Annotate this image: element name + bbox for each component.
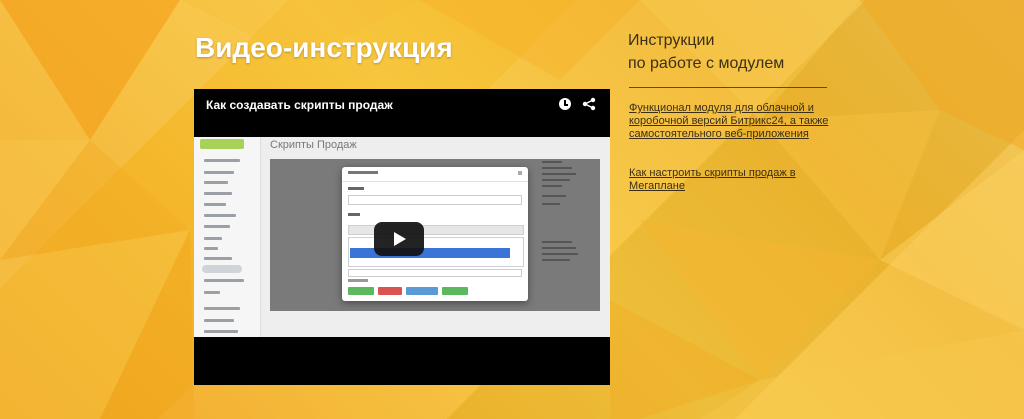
sidebar-title: Инструкции по работе с модулем (628, 32, 785, 72)
thumbnail-sidebar (194, 137, 261, 337)
sidebar-divider (629, 87, 827, 88)
play-icon[interactable] (374, 222, 424, 256)
link-functional-module[interactable]: Функционал модуля для облачной и коробоч… (629, 102, 829, 141)
clock-icon[interactable] (559, 98, 571, 110)
thumbnail-page-title: Скрипты Продаж (270, 139, 357, 151)
video-bottom-bar (194, 337, 610, 385)
link-megaplan-scripts[interactable]: Как настроить скрипты продаж в Мегаплане (629, 167, 829, 193)
video-title[interactable]: Как создавать скрипты продаж (206, 98, 393, 112)
thumbnail-dialog (342, 167, 528, 301)
video-top-bar: Как создавать скрипты продаж (194, 89, 610, 137)
video-player[interactable]: Как создавать скрипты продаж Скрипты Про… (194, 89, 610, 385)
section-title: Видео-инструкция (195, 32, 453, 63)
share-icon[interactable] (582, 97, 596, 111)
